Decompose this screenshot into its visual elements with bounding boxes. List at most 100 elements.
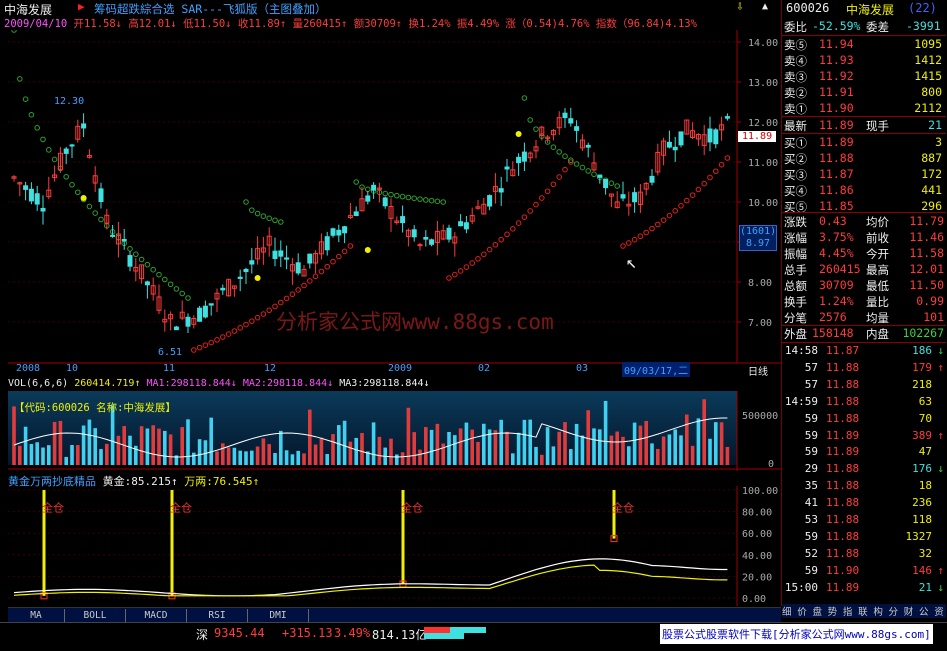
volume-bar bbox=[93, 428, 97, 465]
volume-bar bbox=[435, 423, 440, 465]
stat-row: 涨幅 3.75% 前收 11.46 bbox=[782, 229, 946, 245]
stat-label: 均价 bbox=[866, 215, 889, 229]
candle-body bbox=[713, 129, 719, 145]
volume-bar bbox=[592, 428, 596, 465]
tick-time: 52 bbox=[804, 546, 818, 560]
weicha-label: 委差 bbox=[866, 20, 889, 34]
volume-bar bbox=[145, 428, 150, 465]
volume-bar bbox=[534, 446, 538, 465]
signal-dot bbox=[364, 247, 371, 253]
volume-bar bbox=[163, 430, 167, 465]
date-tick: 11 bbox=[163, 363, 176, 374]
tick-row: 35 11.88 18 bbox=[782, 479, 946, 495]
volume-bar bbox=[644, 420, 648, 465]
indicator-chart[interactable]: 全仓 全仓 全仓 全仓 100.00 80.00 60.00 40.00 20.00 0.00 bbox=[0, 486, 781, 606]
last-row: 最新 11.89 现手 21 bbox=[782, 117, 946, 133]
tick-time: 35 bbox=[804, 479, 818, 493]
tick-volume: 1327 bbox=[905, 529, 933, 543]
outer-label: 外盘 bbox=[784, 327, 807, 341]
tab-macd[interactable]: MACD bbox=[126, 609, 187, 623]
scroll-up-icon[interactable]: ▲ bbox=[762, 1, 768, 12]
tick-price: 11.89 bbox=[826, 445, 860, 459]
tick-time: 41 bbox=[804, 496, 818, 510]
signal-dot bbox=[515, 131, 522, 137]
tab-boll[interactable]: BOLL bbox=[65, 609, 126, 623]
sar-dot bbox=[631, 236, 638, 243]
sar-dot bbox=[452, 271, 458, 278]
buy-label: 买① bbox=[784, 136, 807, 150]
tick-time: 59 bbox=[804, 445, 818, 459]
buy-price: 11.87 bbox=[819, 167, 854, 181]
sar-dot bbox=[185, 295, 191, 301]
current-hand: 21 bbox=[928, 118, 942, 132]
candle-body bbox=[678, 131, 684, 146]
tab-rsi[interactable]: RSI bbox=[187, 609, 248, 623]
sar-dot bbox=[428, 197, 435, 204]
ad-link[interactable]: 股票公式股票软件下载[分析家公式网www.88gs.com] bbox=[660, 624, 933, 644]
date-tick: 12 bbox=[264, 363, 277, 374]
sar-dot bbox=[260, 213, 267, 219]
volume-bar bbox=[661, 436, 666, 465]
sar-dot bbox=[341, 248, 348, 255]
sar-dot bbox=[388, 191, 394, 198]
sar-dot bbox=[179, 290, 185, 297]
volume-bar bbox=[714, 422, 718, 465]
tick-time: 59 bbox=[804, 428, 818, 442]
candle-body bbox=[249, 260, 255, 265]
candle-body bbox=[724, 116, 730, 119]
tab-ma[interactable]: MA bbox=[8, 609, 65, 623]
sar-dot bbox=[666, 212, 673, 219]
sar-dot bbox=[150, 266, 156, 273]
sell-volume: 1415 bbox=[914, 69, 942, 83]
volume-bar bbox=[557, 431, 561, 465]
stat-row: 涨跌 0.43 均价 11.79 bbox=[782, 213, 946, 229]
sar-dot bbox=[394, 192, 400, 199]
cross-tag: (1601) 8.97 bbox=[739, 225, 777, 251]
tick-arrow: ↑ bbox=[937, 360, 944, 374]
quote-volume: 量260415↑ bbox=[292, 18, 348, 30]
tick-price: 11.87 bbox=[826, 344, 860, 357]
sar-dot bbox=[521, 95, 528, 101]
candle-body bbox=[69, 144, 75, 147]
play-icon[interactable]: ▶ bbox=[78, 0, 85, 13]
sar-dot bbox=[713, 168, 719, 175]
price-axis-label: 11.00 bbox=[748, 158, 778, 169]
tab-dmi[interactable]: DMI bbox=[248, 609, 309, 623]
indicator-title[interactable]: 筹码超跌綜合选 SAR---飞狐版（主图叠加） bbox=[94, 1, 326, 17]
stat-value: 1.24% bbox=[819, 294, 854, 308]
volume-bar bbox=[505, 431, 509, 465]
volume-bar bbox=[29, 444, 34, 465]
ind-axis-label: 40.00 bbox=[742, 551, 772, 562]
sar-dot bbox=[278, 219, 284, 225]
period-label[interactable]: 日线 bbox=[748, 363, 768, 378]
volume-bar bbox=[673, 429, 677, 465]
volume-bar bbox=[87, 419, 92, 465]
volume-bar bbox=[180, 427, 184, 465]
tick-arrow: ↑ bbox=[937, 428, 944, 442]
volume-bar bbox=[313, 444, 318, 465]
sar-dot bbox=[167, 281, 174, 288]
quote-date: 2009/04/10 bbox=[4, 18, 68, 30]
candle-body bbox=[649, 175, 655, 183]
volume-bar bbox=[41, 447, 45, 465]
sar-dot bbox=[614, 183, 621, 189]
sar-dot bbox=[289, 291, 296, 298]
tick-price: 11.90 bbox=[826, 563, 860, 577]
stat-label: 均量 bbox=[866, 311, 889, 325]
right-footer-tabs[interactable]: 细 价 盘 势 指 联 构 分 财 公 资 值 bbox=[782, 604, 946, 618]
stat-label: 分笔 bbox=[784, 311, 807, 325]
volume-bar bbox=[151, 425, 155, 465]
volume-bar bbox=[116, 435, 121, 465]
sar-dot bbox=[562, 153, 568, 160]
ind-axis-label: 100.00 bbox=[742, 486, 778, 497]
sar-dot bbox=[562, 166, 568, 173]
stat-label: 最低 bbox=[866, 279, 889, 293]
index-value: 9345.44 bbox=[214, 626, 265, 640]
sar-dot bbox=[156, 271, 162, 278]
download-icon[interactable]: ⇩ bbox=[736, 0, 744, 14]
last-price: 11.89 bbox=[819, 118, 854, 132]
volume-bar bbox=[429, 429, 434, 465]
candle-body bbox=[127, 255, 133, 267]
quote-open: 开11.58↓ bbox=[73, 18, 122, 30]
index-change: +315.13 bbox=[282, 626, 333, 640]
